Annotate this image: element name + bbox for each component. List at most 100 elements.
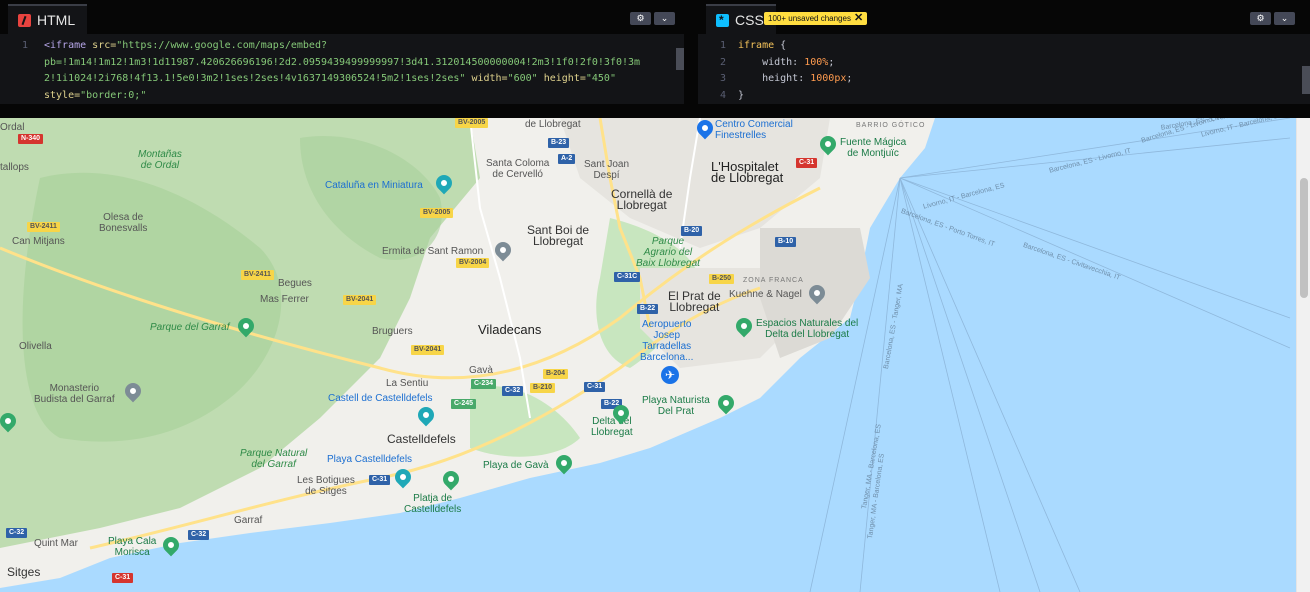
code-token: "https://www.google.com/maps/embed?: [116, 40, 327, 51]
map-label[interactable]: Castell de Castelldefels: [328, 393, 433, 404]
css-editor-panel: CSS 100+ unsaved changes ✕ ⚙ ⌄ 1 iframe {…: [698, 4, 1310, 104]
road-sign: N-340: [18, 134, 44, 144]
html-icon: [18, 13, 31, 27]
code-token: style=: [44, 89, 81, 101]
code-token: width=: [465, 73, 508, 84]
css-panel-header: CSS 100+ unsaved changes ✕ ⚙ ⌄: [698, 4, 1310, 34]
map-label: Sant Joan Despí: [584, 159, 630, 181]
map-label[interactable]: Playa de Gavà: [483, 460, 549, 471]
code-token: ;: [828, 56, 835, 68]
map-label[interactable]: Kuehne & Nagel: [729, 289, 802, 300]
map-label[interactable]: Platja de Castelldefels: [404, 493, 461, 515]
preview-scrollbar[interactable]: [1296, 118, 1310, 592]
gear-icon[interactable]: ⚙: [1250, 12, 1271, 25]
map-label: Parque Natural del Garraf: [240, 448, 308, 470]
code-token: }: [738, 89, 745, 101]
map-label: Quint Mar: [34, 538, 78, 549]
code-token: 100%: [804, 56, 829, 68]
map-label: de Llobregat: [525, 119, 581, 130]
css-editor-scrollbar[interactable]: [1302, 66, 1310, 94]
code-token: "600": [507, 73, 538, 84]
code-token: ;: [846, 73, 853, 84]
scrollbar-thumb[interactable]: [1300, 178, 1308, 298]
road-sign: BV-2004: [456, 258, 490, 268]
map-label[interactable]: Playa Naturista Del Prat: [642, 395, 710, 417]
chevron-down-icon[interactable]: ⌄: [654, 12, 675, 25]
code-token: "border:0;": [80, 89, 147, 101]
airport-icon[interactable]: ✈: [661, 366, 679, 384]
map-label[interactable]: Parque del Garraf: [150, 322, 230, 333]
code-token: 1000px: [810, 73, 847, 84]
road-sign: BV-2005: [455, 118, 489, 128]
css-icon: [716, 13, 729, 27]
map-label: Olesa de Bonesvalls: [99, 212, 148, 234]
code-token: {: [774, 40, 787, 51]
map-label[interactable]: Centro Comercial Finestrelles: [715, 119, 793, 141]
road-sign: C-31C: [614, 272, 641, 282]
code-token: width:: [738, 56, 805, 68]
map-label[interactable]: Fuente Mágica de Montjuïc: [840, 137, 906, 159]
road-sign: BV-2411: [27, 222, 60, 232]
road-sign: BV-2041: [411, 345, 445, 355]
html-tab-label: HTML: [37, 12, 76, 28]
code-token: <iframe: [44, 40, 93, 51]
road-sign: C-245: [451, 399, 477, 409]
map-label: Santa Coloma de Cervelló: [486, 158, 550, 180]
map-label[interactable]: Monasterio Budista del Garraf: [34, 383, 115, 405]
map-label: Viladecans: [478, 322, 542, 337]
code-token: 2!1i1024!2i768!4f13.1!5e0!3m2!1ses!2ses!…: [44, 73, 466, 84]
road-sign: B-210: [530, 383, 556, 393]
road-sign: B-250: [709, 274, 735, 284]
map-label: ZONA FRANCA: [743, 277, 804, 284]
code-token: height=: [537, 73, 586, 84]
html-code-editor[interactable]: 1 <iframe src="https://www.google.com/map…: [0, 34, 684, 104]
line-number: 1: [720, 40, 727, 51]
map-label: L'Hospitalet de Llobregat: [711, 159, 784, 185]
unsaved-changes-text: 100+ unsaved changes: [768, 14, 851, 23]
map-label[interactable]: Ermita de Sant Ramon: [382, 246, 483, 257]
map-label: Ordal: [0, 122, 25, 133]
line-number: 2: [720, 56, 727, 68]
preview-iframe[interactable]: Ordal tallops Montañas de Ordal Cataluña…: [0, 118, 1310, 592]
html-editor-panel: HTML ⚙ ⌄ 1 <iframe src="https://www.googl…: [0, 4, 684, 104]
map-label: Les Botigues de Sitges: [297, 475, 355, 497]
map-label[interactable]: Cataluña en Miniatura: [325, 180, 423, 191]
code-token: src=: [92, 40, 117, 51]
map-label: Delta del Llobregat: [591, 416, 633, 438]
unsaved-changes-badge[interactable]: 100+ unsaved changes ✕: [764, 12, 868, 25]
map-label[interactable]: Aeropuerto Josep Tarradellas Barcelona..…: [640, 319, 693, 363]
road-sign: C-234: [471, 379, 497, 389]
map-label: Castelldefels: [387, 432, 456, 446]
html-editor-scrollbar[interactable]: [676, 48, 684, 70]
map-label: BARRIO GÓTICO: [856, 122, 926, 129]
map-label: Gavà: [469, 365, 493, 376]
html-tab[interactable]: HTML: [8, 4, 88, 34]
road-sign: C-31: [369, 475, 391, 485]
road-sign: C-32: [502, 386, 524, 396]
line-number: 1: [22, 40, 29, 51]
code-token: pb=!1m14!1m12!1m3!1d11987.420626696196!2…: [44, 56, 641, 68]
map-label[interactable]: Playa Cala Morisca: [108, 536, 156, 558]
road-sign: C-31: [584, 382, 606, 392]
chevron-down-icon[interactable]: ⌄: [1274, 12, 1295, 25]
road-sign: A-2: [558, 154, 576, 164]
css-panel-controls: ⚙ ⌄: [1250, 12, 1295, 25]
road-sign: BV-2411: [241, 270, 274, 280]
map-label: Sitges: [7, 565, 41, 579]
html-panel-controls: ⚙ ⌄: [630, 12, 675, 25]
map-label: Cornellà de Llobregat: [611, 187, 673, 212]
road-sign: BV-2005: [420, 208, 454, 218]
road-sign: C-31: [796, 158, 818, 168]
road-sign: B-22: [637, 304, 659, 314]
road-sign: C-32: [188, 530, 210, 540]
road-sign: B-10: [775, 237, 797, 247]
map-label[interactable]: Parque Agrario del Baix Llobregat: [636, 236, 700, 269]
css-code-editor[interactable]: 1 iframe { 2 width: 100%; 3 height: 1000p…: [698, 34, 1310, 104]
map-label[interactable]: Espacios Naturales del Delta del Llobreg…: [756, 318, 858, 340]
gear-icon[interactable]: ⚙: [630, 12, 651, 25]
road-sign: B-23: [548, 138, 570, 148]
close-icon[interactable]: ✕: [854, 12, 863, 25]
road-sign: B-204: [543, 369, 569, 379]
map-label[interactable]: Playa Castelldefels: [327, 454, 412, 465]
road-sign: BV-2041: [343, 295, 377, 305]
